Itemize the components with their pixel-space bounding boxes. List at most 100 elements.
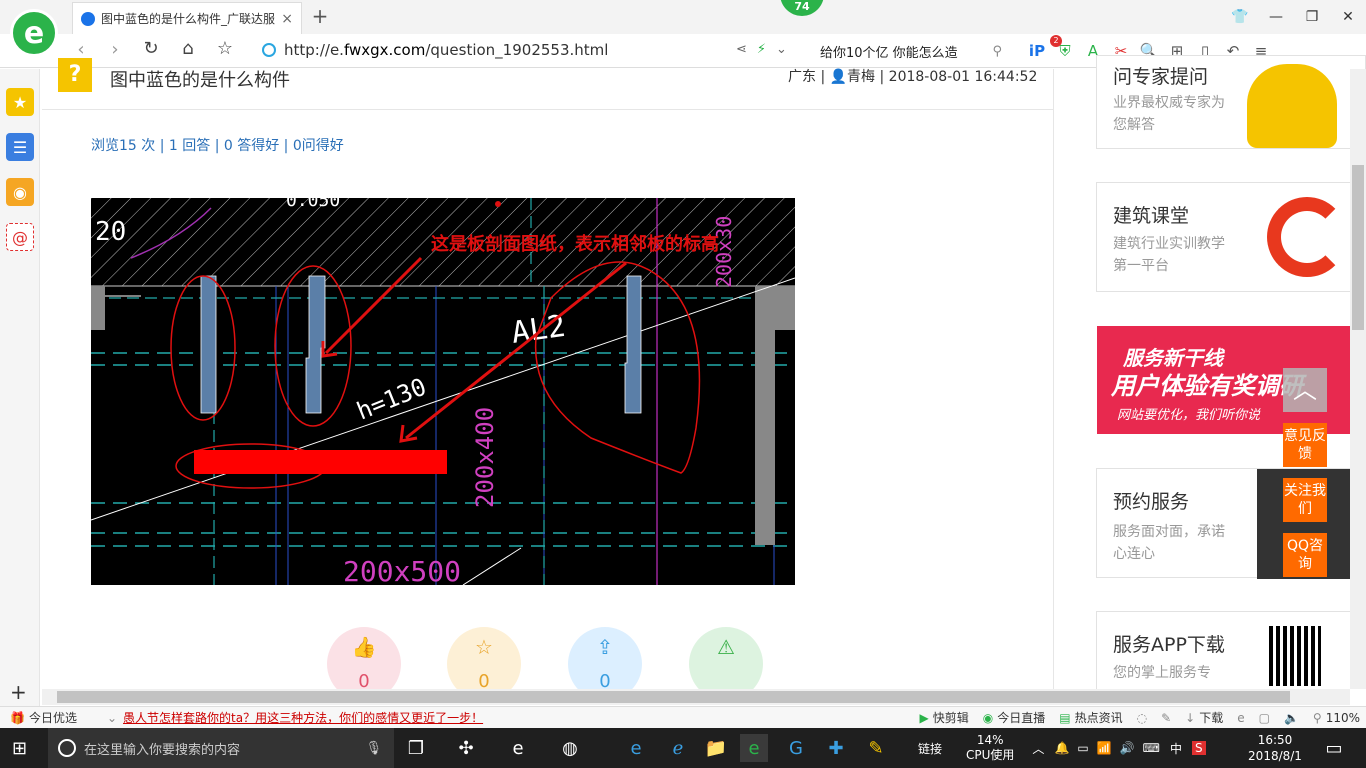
edge-icon[interactable]: e bbox=[622, 734, 650, 762]
action-center-icon[interactable]: ▭ bbox=[1320, 734, 1348, 762]
forward-button[interactable]: › bbox=[102, 39, 128, 63]
daily-picks-link[interactable]: 今日优选 bbox=[29, 709, 77, 726]
favorite-star-button[interactable]: ☆ bbox=[212, 38, 238, 62]
dashed-grid-lines bbox=[91, 352, 795, 547]
horizontal-scroll-thumb[interactable] bbox=[57, 691, 1290, 703]
search-box[interactable]: 给你10个亿 你能怎么造 ⚲ bbox=[812, 34, 1012, 68]
window-icon[interactable]: ▢ bbox=[1259, 711, 1270, 725]
extension-ip-icon[interactable]: iP bbox=[1026, 42, 1048, 60]
question-image[interactable]: 0.050 20 200x30 AL2 h=130 200x400 200x50… bbox=[91, 198, 795, 585]
task-view-icon[interactable]: ❐ bbox=[402, 734, 430, 762]
app-card[interactable]: 服务APP下载 您的掌上服务专 bbox=[1096, 611, 1366, 689]
link-label[interactable]: 链接 bbox=[918, 740, 942, 757]
internet-explorer-icon[interactable]: ℯ bbox=[664, 734, 692, 762]
vertical-scroll-thumb[interactable] bbox=[1352, 165, 1364, 330]
windows-start-icon[interactable]: ⊞ bbox=[12, 738, 27, 759]
browser-logo-icon[interactable]: e bbox=[10, 9, 58, 57]
gift-icon: 🎁 bbox=[10, 710, 25, 725]
sound-icon[interactable]: 🔈 bbox=[1284, 711, 1299, 725]
download-link[interactable]: 下载 bbox=[1199, 709, 1223, 726]
volume-icon[interactable]: 🔊 bbox=[1120, 741, 1135, 755]
new-tab-button[interactable]: + bbox=[308, 4, 332, 28]
fan-app-icon[interactable]: ✣ bbox=[452, 734, 480, 762]
redacted-block bbox=[194, 450, 447, 474]
slab-thickness-label: h=130 bbox=[353, 373, 430, 426]
vertical-scrollbar[interactable] bbox=[1350, 69, 1366, 689]
elevation-label: 0.050 bbox=[286, 198, 340, 211]
warning-icon: ⚠ bbox=[717, 635, 735, 659]
news-ticker-link[interactable]: 愚人节怎样套路你的ta？用这三种方法，你们的感情又更近了一步！ bbox=[123, 709, 483, 726]
ie-mode-icon[interactable]: e bbox=[1237, 711, 1244, 725]
cpu-monitor[interactable]: 14% CPU使用 bbox=[966, 733, 1014, 763]
url-domain: fwxgx.com bbox=[343, 41, 426, 59]
right-column bbox=[755, 286, 795, 330]
notes-app-icon[interactable]: ✎ bbox=[862, 734, 890, 762]
dimension-label-20: 20 bbox=[95, 217, 126, 247]
sidebar-add-button[interactable]: + bbox=[10, 680, 27, 704]
tools-icon[interactable]: ✎ bbox=[1161, 711, 1171, 725]
microphone-icon[interactable]: 🎙 bbox=[365, 741, 382, 756]
plus-app-icon[interactable]: ✚ bbox=[822, 734, 850, 762]
mascot-icon bbox=[1247, 64, 1337, 148]
maximize-button[interactable]: ❐ bbox=[1294, 0, 1330, 34]
course-card[interactable]: 建筑课堂 建筑行业实训教学第一平台 bbox=[1096, 182, 1366, 292]
reading-list-icon[interactable]: ☰ bbox=[6, 133, 34, 161]
back-to-top-button[interactable]: ︿ bbox=[1283, 368, 1327, 412]
search-input[interactable]: 给你10个亿 你能怎么造 bbox=[820, 42, 958, 61]
minimize-button[interactable]: — bbox=[1258, 0, 1294, 34]
app-g-icon[interactable]: G bbox=[782, 734, 810, 762]
expert-card-title: 问专家提问 bbox=[1113, 66, 1209, 88]
tray-expand-icon[interactable]: ︿ bbox=[1032, 740, 1044, 757]
edge-browser-icon[interactable]: e bbox=[504, 734, 532, 762]
ime-indicator[interactable]: 中 bbox=[1170, 740, 1182, 757]
battery-icon[interactable]: ▭ bbox=[1077, 741, 1088, 755]
clock-time: 16:50 bbox=[1257, 733, 1293, 747]
hot-news-link[interactable]: 热点资讯 bbox=[1075, 709, 1123, 726]
thumbs-up-icon: 👍 bbox=[351, 635, 377, 659]
browser-360-icon[interactable]: e bbox=[740, 734, 768, 762]
chevron-down-icon[interactable]: ⌄ bbox=[776, 42, 787, 57]
live-link[interactable]: 今日直播 bbox=[997, 709, 1045, 726]
address-bar[interactable]: http://e.fwxgx.com/question_1902553.html bbox=[284, 41, 608, 59]
app-card-title: 服务APP下载 bbox=[1113, 634, 1225, 656]
chrome-like-icon[interactable]: ◍ bbox=[556, 734, 584, 762]
follow-us-button[interactable]: 关注我们 bbox=[1283, 478, 1327, 522]
share-icon[interactable]: ⋖ bbox=[736, 42, 747, 57]
keyboard-icon[interactable]: ⌨ bbox=[1143, 741, 1160, 755]
chevron-down-icon[interactable]: ⌄ bbox=[107, 711, 117, 725]
browser-statusbar: 🎁 今日优选 ⌄ 愚人节怎样套路你的ta？用这三种方法，你们的感情又更近了一步！… bbox=[0, 706, 1366, 728]
zoom-level[interactable]: 110% bbox=[1326, 711, 1360, 725]
system-tray: 链接 14% CPU使用 ︿ 🔔 ▭ 📶 🔊 ⌨ 中 S bbox=[918, 728, 1206, 768]
zoom-icon[interactable]: ⚲ bbox=[1313, 711, 1322, 725]
shirt-icon[interactable]: 👕 bbox=[1222, 0, 1258, 34]
news-icon: ▤ bbox=[1059, 710, 1071, 725]
quick-clip-link[interactable]: 快剪辑 bbox=[933, 709, 969, 726]
expert-card[interactable]: 问专家提问 业界最权威专家为您解答 bbox=[1096, 55, 1366, 149]
banner-line2: 用户体验有奖调研 bbox=[1111, 372, 1303, 400]
question-mark-icon: ? bbox=[58, 58, 92, 92]
annotation-text: 这是板剖面图纸，表示相邻板的标高 bbox=[431, 233, 719, 255]
notification-bell-icon[interactable]: 🔔 bbox=[1054, 741, 1069, 755]
refresh-button[interactable]: ↻ bbox=[138, 38, 164, 62]
qq-consult-button[interactable]: QQ咨询 bbox=[1283, 533, 1327, 577]
wifi-icon[interactable]: 📶 bbox=[1097, 741, 1112, 755]
file-explorer-icon[interactable]: 📁 bbox=[702, 734, 730, 762]
home-button[interactable]: ⌂ bbox=[175, 38, 201, 62]
tab-close-icon[interactable]: × bbox=[281, 11, 293, 27]
left-sidebar bbox=[0, 69, 40, 706]
sogou-icon[interactable]: S bbox=[1191, 741, 1206, 755]
taskbar-search[interactable]: 在这里输入你要搜索的内容 🎙 bbox=[48, 728, 394, 768]
feedback-button[interactable]: 意见反馈 bbox=[1283, 423, 1327, 467]
weibo-icon[interactable]: ◉ bbox=[6, 178, 34, 206]
favorites-star-icon[interactable]: ★ bbox=[6, 88, 34, 116]
search-icon[interactable]: ⚲ bbox=[992, 44, 1002, 59]
close-window-button[interactable]: ✕ bbox=[1330, 0, 1366, 34]
question-stats[interactable]: 浏览15 次 | 1 回答 | 0 答得好 | 0问得好 bbox=[91, 135, 344, 155]
lightning-icon[interactable]: ⚡ bbox=[757, 42, 766, 57]
mail-icon[interactable]: @ bbox=[6, 223, 34, 251]
taskbar-clock[interactable]: 16:50 2018/8/1 bbox=[1244, 732, 1306, 764]
browser-tab[interactable]: 图中蓝色的是什么构件_广联达服 × bbox=[72, 2, 302, 34]
site-security-icon[interactable] bbox=[262, 43, 276, 57]
dimension-label-200x500: 200x500 bbox=[343, 555, 461, 585]
speed-icon[interactable]: ◌ bbox=[1137, 711, 1147, 725]
